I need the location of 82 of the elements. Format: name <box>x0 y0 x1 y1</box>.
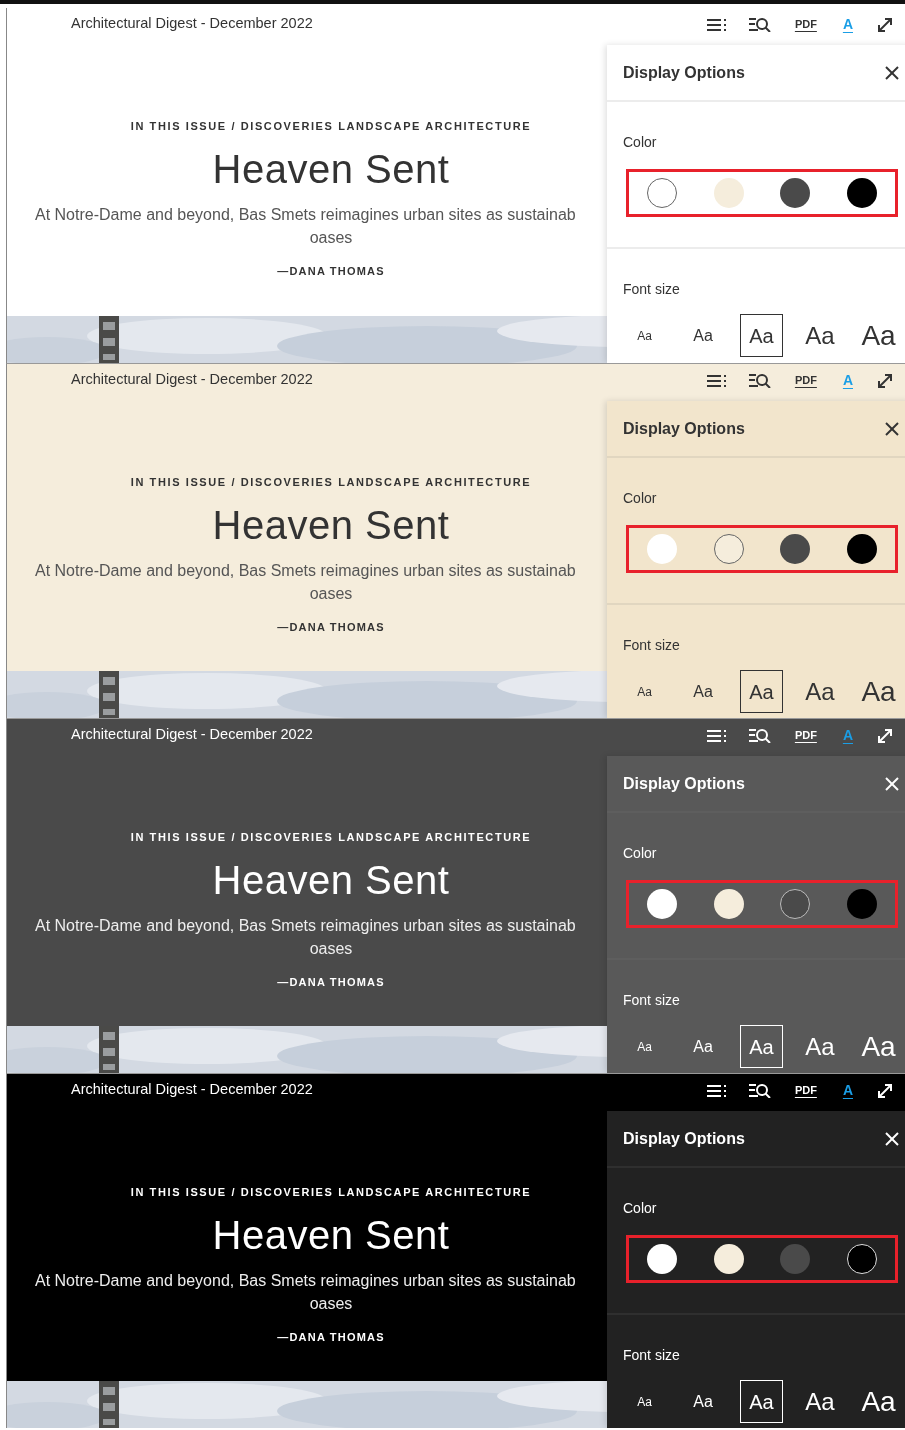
section-label: Color <box>623 489 658 508</box>
font-size-option[interactable]: Aa <box>740 314 783 357</box>
author-byline: —DANA THOMAS <box>276 263 386 279</box>
search-icon[interactable] <box>748 373 771 388</box>
section-kicker: IN THIS ISSUE / DISCOVERIES LANDSCAPE ARCHITECTURE <box>129 830 533 845</box>
font-size-option[interactable]: Aa <box>623 1025 666 1068</box>
color-swatch[interactable] <box>780 534 811 564</box>
contents-icon[interactable] <box>706 374 727 387</box>
font-size-option[interactable]: Aa <box>623 1380 666 1423</box>
section-label: Font size <box>623 280 681 299</box>
section-kicker: IN THIS ISSUE / DISCOVERIES LANDSCAPE ARCHITECTURE <box>129 119 533 134</box>
section-label: Font size <box>623 1346 681 1365</box>
color-swatch[interactable] <box>713 889 744 919</box>
color-swatch[interactable] <box>647 534 678 564</box>
font-size-option[interactable]: Aa <box>740 1025 783 1068</box>
author-byline: —DANA THOMAS <box>276 974 386 990</box>
color-swatch[interactable] <box>713 534 744 564</box>
color-swatch[interactable] <box>713 178 744 208</box>
font-size-option[interactable]: Aa <box>740 670 783 713</box>
pdf-button[interactable]: PDF <box>792 372 819 389</box>
font-size-option[interactable]: Aa <box>623 670 666 713</box>
font-size-option[interactable]: Aa <box>857 670 900 713</box>
color-swatch[interactable] <box>647 889 678 919</box>
contents-icon[interactable] <box>706 729 727 742</box>
color-swatch[interactable] <box>780 178 811 208</box>
panel-title: Display Options <box>623 62 745 83</box>
font-size-option[interactable]: Aa <box>857 314 900 357</box>
article-subtitle: At Notre-Dame and beyond, Bas Smets reimagines urban sites as sustainab oases <box>34 915 577 959</box>
font-size-option[interactable]: Aa <box>623 314 666 357</box>
publication-title: Architectural Digest - December 2022 <box>71 1080 313 1099</box>
font-size-option[interactable]: Aa <box>681 314 725 357</box>
font-size-option[interactable]: Aa <box>798 1025 842 1068</box>
color-swatch[interactable] <box>846 889 877 919</box>
article-subtitle: At Notre-Dame and beyond, Bas Smets reimagines urban sites as sustainab oases <box>34 560 577 604</box>
pdf-button[interactable]: PDF <box>792 16 819 33</box>
pdf-button[interactable]: PDF <box>792 727 819 744</box>
color-swatch[interactable] <box>780 1244 811 1274</box>
search-icon[interactable] <box>748 1083 771 1098</box>
search-icon[interactable] <box>748 17 771 32</box>
font-size-option[interactable]: Aa <box>681 670 725 713</box>
section-label: Font size <box>623 991 681 1010</box>
font-button[interactable]: A <box>840 1080 855 1101</box>
section-kicker: IN THIS ISSUE / DISCOVERIES LANDSCAPE ARCHITECTURE <box>129 1185 533 1200</box>
contents-icon[interactable] <box>706 1084 727 1097</box>
color-swatch[interactable] <box>647 178 678 208</box>
font-size-option[interactable]: Aa <box>681 1380 725 1423</box>
color-swatch[interactable] <box>846 178 877 208</box>
author-byline: —DANA THOMAS <box>276 619 386 635</box>
color-swatch[interactable] <box>647 1244 678 1274</box>
section-label: Color <box>623 1199 658 1218</box>
color-swatch[interactable] <box>846 534 877 564</box>
section-kicker: IN THIS ISSUE / DISCOVERIES LANDSCAPE ARCHITECTURE <box>129 475 533 490</box>
article-title: Heaven Sent <box>211 146 451 191</box>
font-size-option[interactable]: Aa <box>740 1380 783 1423</box>
publication-title: Architectural Digest - December 2022 <box>71 14 313 33</box>
font-size-option[interactable]: Aa <box>857 1025 900 1068</box>
color-swatch[interactable] <box>713 1244 744 1274</box>
publication-title: Architectural Digest - December 2022 <box>71 370 313 389</box>
article-title: Heaven Sent <box>211 1212 451 1257</box>
panel-title: Display Options <box>623 773 745 794</box>
font-size-option[interactable]: Aa <box>857 1380 900 1423</box>
font-size-option[interactable]: Aa <box>798 670 842 713</box>
pdf-button[interactable]: PDF <box>792 1082 819 1099</box>
search-icon[interactable] <box>748 728 771 743</box>
article-subtitle: At Notre-Dame and beyond, Bas Smets reimagines urban sites as sustainab oases <box>34 1270 577 1314</box>
panel-title: Display Options <box>623 1128 745 1149</box>
contents-icon[interactable] <box>706 18 727 31</box>
font-size-option[interactable]: Aa <box>681 1025 725 1068</box>
section-label: Color <box>623 844 658 863</box>
color-swatch[interactable] <box>780 889 811 919</box>
font-size-option[interactable]: Aa <box>798 314 842 357</box>
section-label: Font size <box>623 636 681 655</box>
publication-title: Architectural Digest - December 2022 <box>71 725 313 744</box>
font-size-option[interactable]: Aa <box>798 1380 842 1423</box>
expand-icon[interactable] <box>877 16 893 33</box>
section-label: Color <box>623 133 658 152</box>
article-subtitle: At Notre-Dame and beyond, Bas Smets reimagines urban sites as sustainab oases <box>34 204 577 248</box>
article-title: Heaven Sent <box>211 502 451 547</box>
panel-title: Display Options <box>623 418 745 439</box>
author-byline: —DANA THOMAS <box>276 1329 386 1345</box>
expand-icon[interactable] <box>877 372 893 389</box>
article-title: Heaven Sent <box>211 857 451 902</box>
